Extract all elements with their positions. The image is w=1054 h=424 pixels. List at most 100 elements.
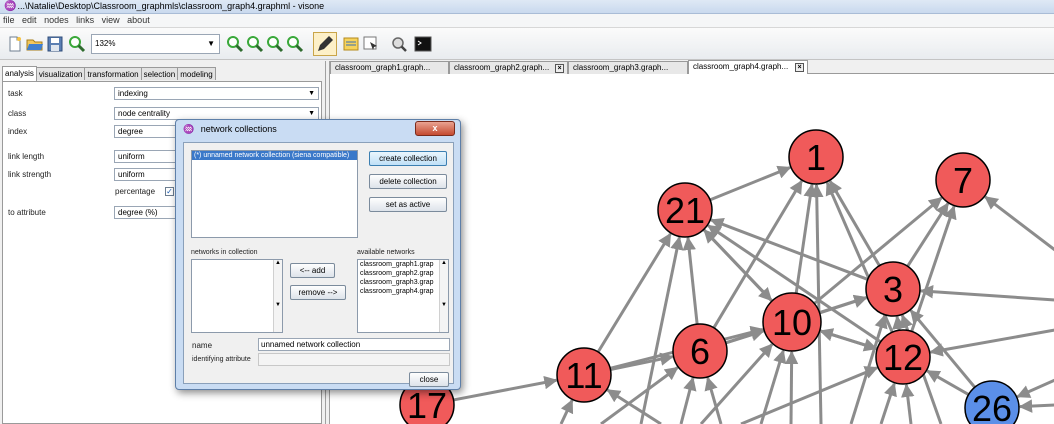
delete-collection-button[interactable]: delete collection xyxy=(369,174,447,189)
graph-edge[interactable] xyxy=(906,202,950,268)
graph-edge[interactable] xyxy=(682,236,699,325)
tab-selection[interactable]: selection xyxy=(140,67,179,80)
set-as-active-button[interactable]: set as active xyxy=(369,197,447,212)
graph-node-21[interactable]: 21 xyxy=(657,182,713,238)
dialog-close-button[interactable]: x xyxy=(415,121,455,136)
edit-pencil-icon[interactable] xyxy=(313,32,337,56)
available-networks-list[interactable]: classroom_graph1.grap classroom_graph2.g… xyxy=(357,259,449,333)
graph-edge[interactable] xyxy=(794,183,817,294)
close-icon: x xyxy=(432,123,438,133)
close-icon[interactable]: × xyxy=(795,63,804,72)
graph-edge[interactable] xyxy=(879,382,897,424)
graph-edge[interactable] xyxy=(606,388,662,424)
graph-node-6[interactable]: 6 xyxy=(672,323,728,379)
select-cursor-icon[interactable] xyxy=(362,35,380,53)
graph-edge[interactable] xyxy=(600,366,679,424)
task-select[interactable]: indexing ▼ xyxy=(114,87,319,100)
create-collection-button[interactable]: create collection xyxy=(369,151,447,166)
console-icon[interactable] xyxy=(414,35,432,53)
graph-edge[interactable] xyxy=(810,183,824,424)
graph-edge[interactable] xyxy=(984,195,1054,252)
identifying-attribute-select[interactable] xyxy=(258,353,450,366)
menu-links[interactable]: links xyxy=(76,15,94,25)
zoom-value: 132% xyxy=(95,39,116,48)
visone-app-icon: ♒ xyxy=(183,124,195,134)
scrollbar[interactable]: ▲ ▼ xyxy=(439,260,448,332)
task-label: task xyxy=(8,89,23,98)
zoom-out-icon[interactable] xyxy=(246,35,264,53)
networks-in-collection-label: networks in collection xyxy=(191,249,258,256)
tab-transformation[interactable]: transformation xyxy=(84,67,142,80)
list-item[interactable]: classroom_graph3.grap xyxy=(358,278,448,287)
to-attribute-value: degree (%) xyxy=(118,208,158,217)
graph-edge[interactable] xyxy=(919,284,1054,302)
add-network-button[interactable]: <-- add xyxy=(290,263,335,278)
close-icon[interactable]: × xyxy=(555,64,564,73)
zoom-icon[interactable] xyxy=(68,35,86,53)
doc-tab-label: classroom_graph4.graph... xyxy=(693,62,789,71)
list-item[interactable]: classroom_graph4.grap xyxy=(358,287,448,296)
menu-about[interactable]: about xyxy=(127,15,150,25)
list-item[interactable]: classroom_graph2.grap xyxy=(358,269,448,278)
graph-edge[interactable] xyxy=(704,376,723,424)
graph-edge[interactable] xyxy=(610,352,674,371)
graph-node-1[interactable]: 1 xyxy=(788,129,844,185)
graph-edge[interactable] xyxy=(639,236,684,424)
graph-edge[interactable] xyxy=(679,376,697,424)
graph-edge[interactable] xyxy=(784,350,799,424)
zoom-fit-icon[interactable] xyxy=(266,35,284,53)
networks-in-collection-list[interactable]: ▲ ▼ xyxy=(191,259,283,333)
graph-edge[interactable] xyxy=(901,383,915,424)
graph-node-7[interactable]: 7 xyxy=(935,152,991,208)
doc-tab-classroom-graph2[interactable]: classroom_graph2.graph... × xyxy=(449,61,568,74)
link-strength-value: uniform xyxy=(118,170,145,179)
tab-visualization[interactable]: visualization xyxy=(35,67,86,80)
graph-node-12[interactable]: 12 xyxy=(875,329,931,385)
graph-node-26[interactable]: 26 xyxy=(964,380,1020,424)
remove-network-button[interactable]: remove --> xyxy=(290,285,346,300)
graph-edge[interactable] xyxy=(709,217,869,281)
available-networks-label: available networks xyxy=(357,249,415,256)
scrollbar[interactable]: ▲ ▼ xyxy=(273,260,282,332)
name-field[interactable]: unnamed network collection xyxy=(258,338,450,351)
properties-icon[interactable] xyxy=(342,35,360,53)
index-value: degree xyxy=(118,127,143,136)
graph-node-3[interactable]: 3 xyxy=(865,261,921,317)
graph-edge[interactable] xyxy=(453,375,558,402)
graph-edge[interactable] xyxy=(828,180,881,267)
doc-tab-classroom-graph4[interactable]: classroom_graph4.graph... × xyxy=(688,60,808,74)
collections-list[interactable]: (*) unnamed network collection (siena co… xyxy=(191,150,358,238)
analysis-icon[interactable] xyxy=(390,35,408,53)
open-folder-icon[interactable] xyxy=(26,35,44,53)
node-label: 11 xyxy=(565,355,602,396)
zoom-select[interactable]: 132% ▼ xyxy=(91,34,220,54)
zoom-selection-icon[interactable] xyxy=(286,35,304,53)
doc-tab-classroom-graph3[interactable]: classroom_graph3.graph... xyxy=(568,61,688,74)
tab-modeling[interactable]: modeling xyxy=(177,67,216,80)
new-file-icon[interactable] xyxy=(6,35,24,53)
tab-analysis[interactable]: analysis xyxy=(2,66,37,81)
doc-tab-classroom-graph1[interactable]: classroom_graph1.graph... xyxy=(330,61,449,74)
graph-edge[interactable] xyxy=(559,399,574,424)
graph-edge[interactable] xyxy=(892,315,906,331)
graph-edge[interactable] xyxy=(740,366,879,424)
menu-file[interactable]: file xyxy=(3,15,15,25)
menu-view[interactable]: view xyxy=(102,15,120,25)
close-button[interactable]: close xyxy=(409,372,449,387)
graph-edge[interactable] xyxy=(1016,378,1054,398)
save-disk-icon[interactable] xyxy=(46,35,64,53)
menu-edit[interactable]: edit xyxy=(22,15,37,25)
graph-node-11[interactable]: 11 xyxy=(556,347,612,403)
menu-nodes[interactable]: nodes xyxy=(44,15,69,25)
node-label: 17 xyxy=(407,385,447,424)
zoom-in-icon[interactable] xyxy=(226,35,244,53)
graph-edge[interactable] xyxy=(709,165,792,202)
graph-edge[interactable] xyxy=(929,328,1054,357)
percentage-checkbox[interactable]: ✓ xyxy=(165,187,174,196)
list-item[interactable]: (*) unnamed network collection (siena co… xyxy=(192,151,357,160)
graph-edge[interactable] xyxy=(1018,399,1054,413)
node-label: 3 xyxy=(883,269,903,310)
list-item[interactable]: classroom_graph1.grap xyxy=(358,260,448,269)
name-label: name xyxy=(192,341,213,350)
graph-node-10[interactable]: 10 xyxy=(762,292,822,352)
